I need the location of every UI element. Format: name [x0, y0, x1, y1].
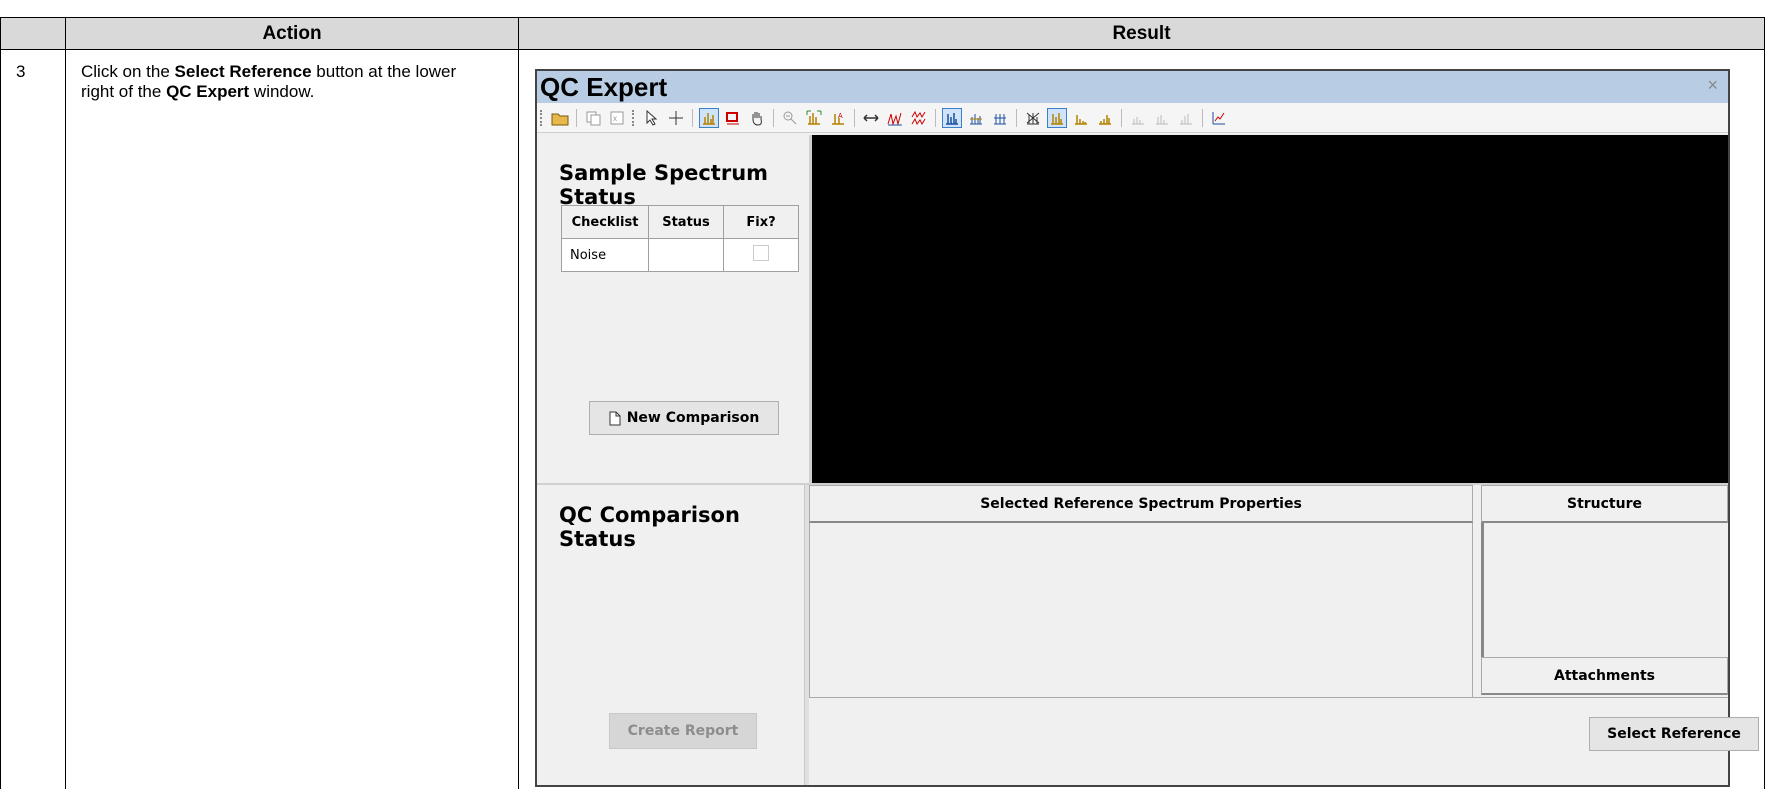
- chart-settings-icon[interactable]: [1209, 108, 1229, 128]
- horizontal-expand-icon[interactable]: [861, 108, 881, 128]
- peaks-mode-3-icon[interactable]: [1095, 108, 1115, 128]
- reference-properties-panel: Selected Reference Spectrum Properties: [809, 485, 1477, 785]
- spectrum-display[interactable]: [809, 135, 1728, 483]
- peak-pick-icon[interactable]: [699, 107, 719, 128]
- copy-data-icon[interactable]: x: [607, 108, 627, 128]
- toolbar-separator: [854, 108, 855, 127]
- select-reference-button[interactable]: Select Reference: [1589, 717, 1759, 751]
- checklist-table: Checklist Status Fix? Noise: [561, 205, 799, 272]
- qc-expert-window: QC Expert × x A Sample Spectrum Status C…: [535, 69, 1759, 787]
- toolbar-separator: [1202, 108, 1203, 127]
- fix-cell: [723, 238, 799, 272]
- toolbar-grip: [540, 109, 545, 126]
- label-peaks-icon[interactable]: A: [828, 108, 848, 128]
- window-title: QC Expert: [540, 72, 668, 102]
- toolbar-separator: [692, 108, 693, 127]
- close-icon[interactable]: ×: [1707, 75, 1718, 96]
- instruction-text: Click on the Select Reference button at …: [81, 62, 457, 101]
- checklist-cell: Noise: [561, 238, 649, 272]
- sample-status-heading: Sample Spectrum Status: [559, 161, 769, 209]
- reference-properties-grid: [809, 523, 1473, 697]
- stack-spectra-icon[interactable]: [909, 108, 929, 128]
- zoom-out-icon[interactable]: [780, 108, 800, 128]
- create-report-button[interactable]: Create Report: [609, 713, 757, 749]
- structure-header: Structure: [1481, 485, 1728, 523]
- open-folder-icon[interactable]: [550, 108, 570, 128]
- toolbar: x A: [537, 103, 1728, 133]
- new-comparison-label: New Comparison: [626, 410, 760, 426]
- copy-icon[interactable]: [583, 108, 603, 128]
- disabled-tool-3-icon: [1176, 108, 1196, 128]
- action-header: Action: [65, 17, 519, 50]
- peaks-mode-icon[interactable]: [1047, 107, 1067, 128]
- checklist-header-row: Checklist Status Fix?: [561, 205, 799, 239]
- toolbar-grip: [632, 109, 637, 126]
- step-header-cell: [0, 17, 66, 50]
- comparison-status-panel: QC Comparison Status Create Report: [537, 485, 804, 785]
- pointer-icon[interactable]: [642, 108, 662, 128]
- peaks-mode-2-icon[interactable]: [1071, 108, 1091, 128]
- hand-pan-icon[interactable]: [747, 108, 767, 128]
- toolbar-separator: [1016, 108, 1017, 127]
- reference-properties-header: Selected Reference Spectrum Properties: [809, 485, 1473, 523]
- step-cell: 3: [0, 49, 66, 789]
- fix-checkbox[interactable]: [753, 245, 769, 261]
- disabled-tool-2-icon: [1152, 108, 1172, 128]
- bottom-bar-divider: [809, 697, 1728, 698]
- structure-panel: Structure Attachments: [1481, 485, 1728, 697]
- toolbar-separator: [576, 108, 577, 127]
- svg-text:A: A: [838, 113, 843, 120]
- comparison-status-heading: QC Comparison Status: [559, 503, 740, 551]
- exclude-peaks-icon[interactable]: [1023, 108, 1043, 128]
- title-bar: QC Expert ×: [537, 71, 1728, 103]
- toolbar-separator: [773, 108, 774, 127]
- toolbar-separator: [1121, 108, 1122, 127]
- action-cell: Click on the Select Reference button at …: [65, 49, 519, 789]
- overlay-spectra-icon[interactable]: [885, 108, 905, 128]
- new-document-icon: [609, 411, 621, 425]
- fix-column-header: Fix?: [723, 205, 799, 239]
- status-cell: [648, 238, 724, 272]
- svg-text:x: x: [613, 114, 617, 123]
- bar-view-icon[interactable]: [942, 107, 962, 128]
- crosshair-icon[interactable]: [666, 108, 686, 128]
- checklist-column-header: Checklist: [561, 205, 649, 239]
- structure-splitter[interactable]: [1481, 523, 1484, 657]
- sample-status-panel: Sample Spectrum Status Checklist Status …: [537, 133, 807, 485]
- table-row: Noise: [561, 238, 799, 272]
- bar-view-alt-icon[interactable]: [966, 108, 986, 128]
- result-header: Result: [518, 17, 1765, 50]
- grid-view-icon[interactable]: [990, 108, 1010, 128]
- status-column-header: Status: [648, 205, 724, 239]
- disabled-tool-1-icon: [1128, 108, 1148, 128]
- new-comparison-button[interactable]: New Comparison: [589, 401, 779, 435]
- step-number: 3: [16, 62, 26, 81]
- region-select-icon[interactable]: [723, 108, 743, 128]
- zoom-fit-icon[interactable]: [804, 108, 824, 128]
- toolbar-separator: [935, 108, 936, 127]
- attachments-header: Attachments: [1481, 657, 1728, 695]
